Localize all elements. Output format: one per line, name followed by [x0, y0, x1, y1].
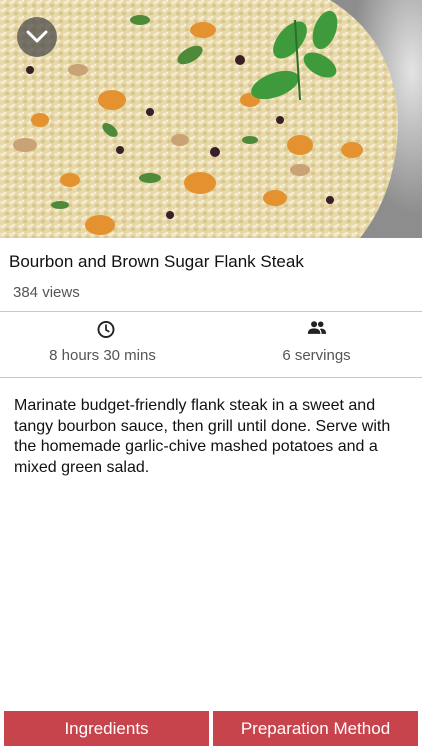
recipe-description: Marinate budget-friendly flank steak in … — [14, 397, 391, 476]
cook-time: 8 hours 30 mins — [0, 312, 211, 377]
recipe-header: Bourbon and Brown Sugar Flank Steak 384 … — [0, 238, 422, 312]
clock-icon — [97, 321, 114, 338]
divider — [0, 377, 422, 378]
ingredients-button[interactable]: Ingredients — [4, 711, 209, 746]
people-icon — [307, 321, 326, 334]
cook-time-label: 8 hours 30 mins — [49, 347, 156, 364]
view-count: 384 views — [13, 284, 80, 301]
recipe-stats: 8 hours 30 mins 6 servings — [0, 312, 422, 377]
bottom-tab-bar: Ingredients Preparation Method — [0, 709, 422, 750]
food-photo — [0, 0, 422, 238]
servings: 6 servings — [211, 312, 422, 377]
recipe-title: Bourbon and Brown Sugar Flank Steak — [9, 252, 304, 271]
hero-image — [0, 0, 422, 238]
collapse-button[interactable] — [17, 17, 57, 57]
servings-label: 6 servings — [282, 347, 351, 364]
chevron-down-icon — [26, 30, 48, 43]
preparation-method-button[interactable]: Preparation Method — [213, 711, 418, 746]
